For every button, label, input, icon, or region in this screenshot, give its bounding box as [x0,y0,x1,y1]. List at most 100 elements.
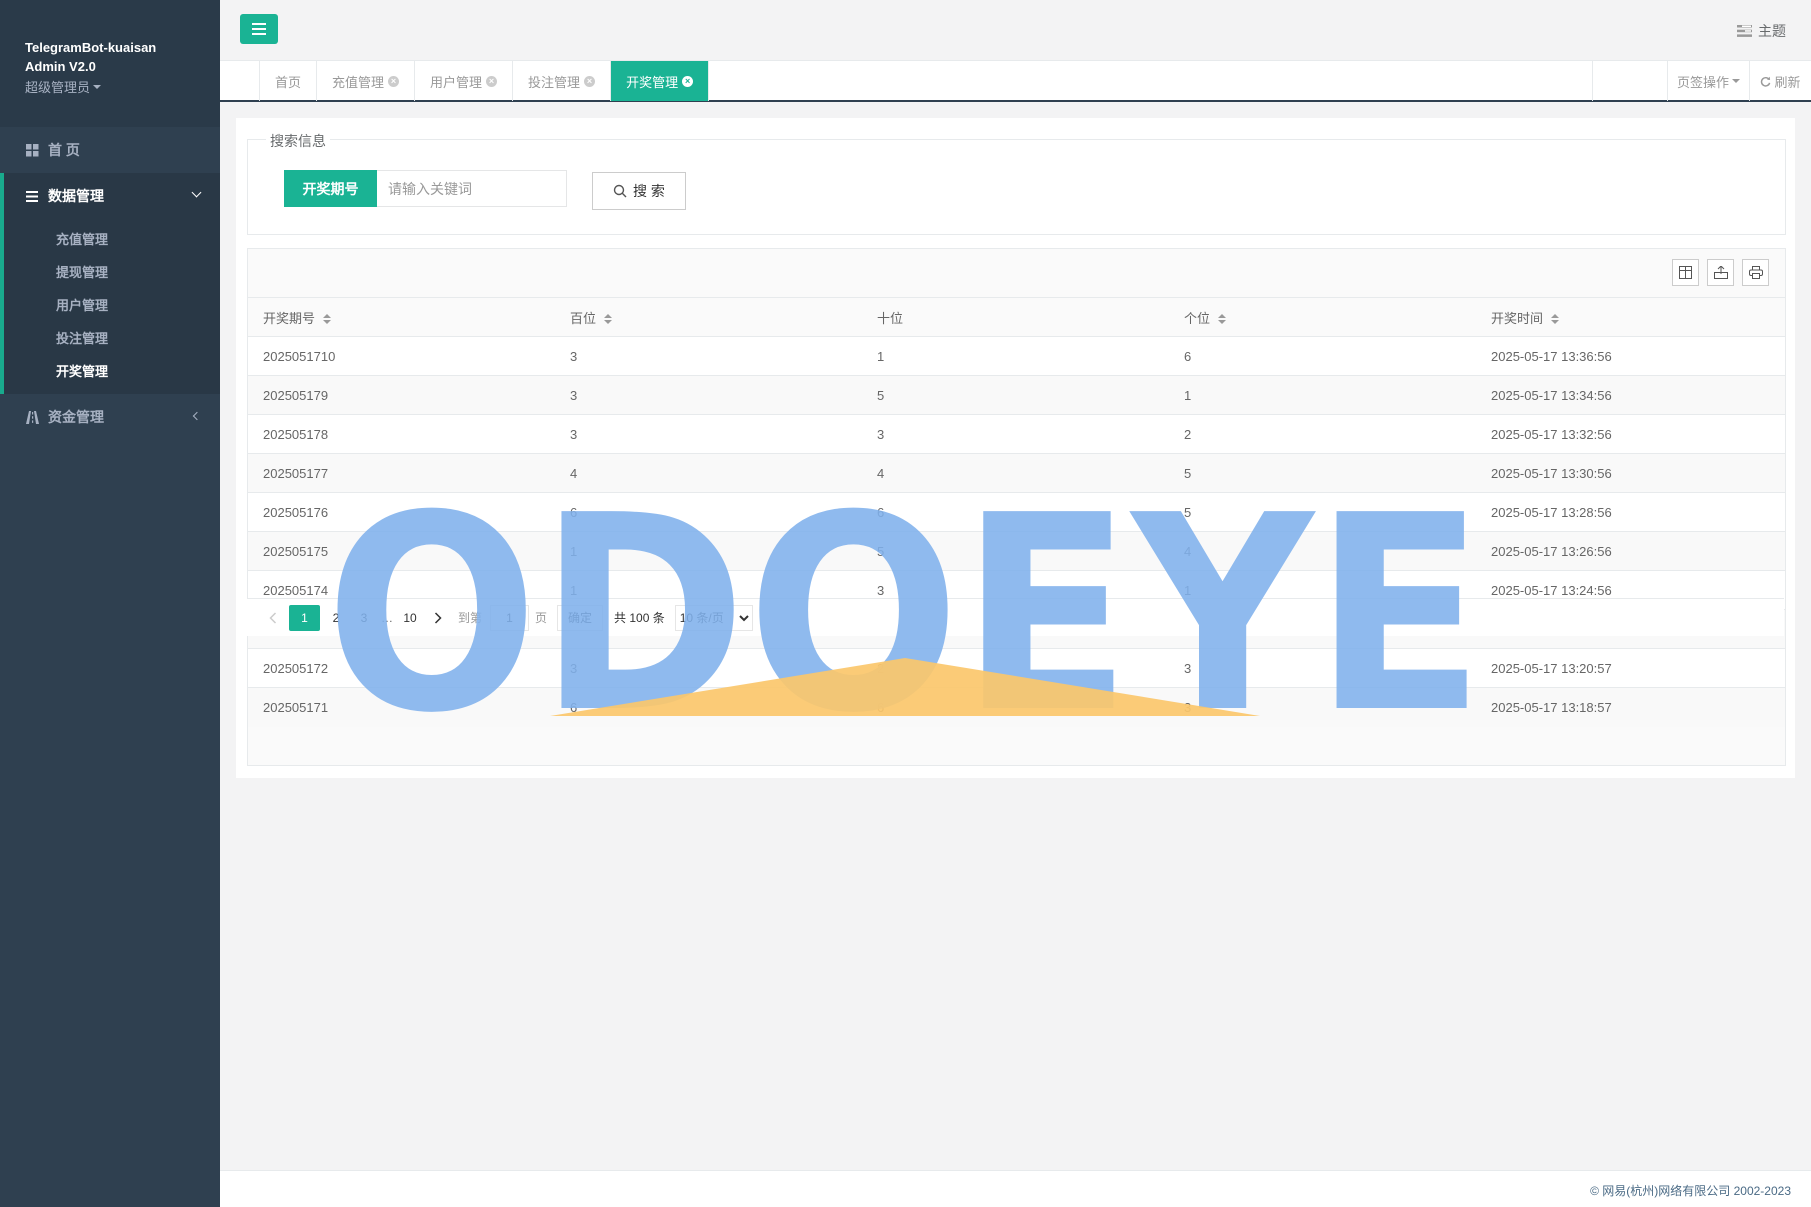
sidebar-item-home[interactable]: 首 页 [0,127,220,173]
pagination: 1 2 3 … 10 到第 页 确定 共 100 条 10 条/页 [247,598,1784,636]
columns-toggle-button[interactable] [1672,259,1699,286]
tab-operations-dropdown[interactable]: 页签操作 [1667,61,1749,101]
tab-label: 首页 [275,74,302,90]
tab-label: 充值管理 [332,74,385,90]
cell-time: 2025-05-17 13:30:56 [1476,453,1785,493]
tasks-icon [1737,25,1752,37]
column-header-units[interactable]: 个位 [1169,297,1476,337]
cell-units: 5 [1169,453,1476,493]
column-header-time[interactable]: 开奖时间 [1476,297,1785,337]
cell-hundreds: 1 [555,531,862,571]
sort-icon[interactable] [604,314,613,325]
sidebar-item-withdraw[interactable]: 提现管理 [4,256,220,289]
column-header-period[interactable]: 开奖期号 [248,297,555,337]
cell-time: 2025-05-17 13:36:56 [1476,336,1785,376]
cell-tens: 2 [862,648,1169,688]
tab-home[interactable]: 首页 [260,61,318,101]
list-icon [25,189,39,203]
tab-bets[interactable]: 投注管理 × [513,61,612,101]
tab-label: 用户管理 [430,74,483,90]
tab-users[interactable]: 用户管理 × [415,61,514,101]
table-row: 202505178 3 3 2 2025-05-17 13:32:56 [248,414,1785,454]
sidebar-item-bets[interactable]: 投注管理 [4,322,220,355]
goto-label: 到第 [458,611,483,625]
cell-units: 6 [1169,336,1476,376]
export-button[interactable] [1707,259,1734,286]
cell-hundreds: 3 [555,414,862,454]
sort-icon[interactable] [323,314,332,325]
close-icon[interactable]: × [584,75,596,87]
theme-label: 主题 [1758,23,1786,39]
print-button[interactable] [1742,259,1769,286]
cell-hundreds: 3 [555,648,862,688]
table-row: 202505179 3 5 1 2025-05-17 13:34:56 [248,375,1785,415]
goto-confirm-button[interactable]: 确定 [557,604,604,631]
table-row: 202505175 1 5 4 2025-05-17 13:26:56 [248,531,1785,571]
columns-icon [1679,266,1692,279]
tab-recharge[interactable]: 充值管理 × [317,61,416,101]
cell-tens: 6 [862,687,1169,727]
table-row: 2025051710 3 1 6 2025-05-17 13:36:56 [248,336,1785,376]
cell-tens: 3 [862,414,1169,454]
next-page-button[interactable] [424,605,452,631]
pagination-ellipsis: … [381,610,393,625]
cell-period: 202505175 [248,531,555,571]
table-header-row: 开奖期号 百位 十位 个位 开奖时间 [248,297,1785,337]
prev-page-button[interactable] [259,605,287,631]
page-size-select[interactable]: 10 条/页 [674,604,753,631]
copyright-text: © 网易(杭州)网络有限公司 2002-2023 [1590,1184,1791,1198]
sidebar-profile: TelegramBot-kuaisan Admin V2.0 超级管理员 [0,0,220,127]
tabs-scroll-left-button[interactable] [220,61,260,101]
export-icon [1713,266,1728,279]
sort-icon[interactable] [1551,314,1560,325]
road-icon [25,410,39,424]
cell-period: 202505178 [248,414,555,454]
column-header-hundreds[interactable]: 百位 [555,297,862,337]
close-icon[interactable]: × [388,75,400,87]
theme-button[interactable]: 主题 [1737,21,1786,41]
table-row: 202505172 3 2 3 2025-05-17 13:20:57 [248,648,1785,688]
cell-hundreds: 3 [555,336,862,376]
cell-units: 2 [1169,414,1476,454]
sidebar-item-users[interactable]: 用户管理 [4,289,220,322]
sidebar-item-data-management[interactable]: 数据管理 [4,173,220,219]
table-row: 202505177 4 4 5 2025-05-17 13:30:56 [248,453,1785,493]
app-name: TelegramBot-kuaisan Admin V2.0 [25,40,157,74]
user-role-dropdown[interactable]: 超级管理员 [25,77,220,96]
sort-icon[interactable] [1218,314,1227,325]
search-input[interactable] [377,170,567,207]
tabs-scroll-right-button[interactable] [1592,61,1632,101]
print-icon [1748,266,1763,279]
cell-period: 202505172 [248,648,555,688]
caret-down-icon [93,84,102,89]
sidebar-item-recharge[interactable]: 充值管理 [4,223,220,256]
caret-down-icon [1732,79,1740,83]
menu-toggle-button[interactable] [240,14,278,44]
tab-draws[interactable]: 开奖管理 × [611,61,710,101]
column-header-label: 开奖期号 [263,310,316,326]
cell-tens: 6 [862,492,1169,532]
close-icon[interactable]: × [486,75,498,87]
cell-time: 2025-05-17 13:26:56 [1476,531,1785,571]
page-button-1[interactable]: 1 [289,604,320,631]
cell-units: 5 [1169,492,1476,532]
refresh-button[interactable]: 刷新 [1749,61,1811,101]
cell-tens: 5 [862,531,1169,571]
sidebar-item-funds[interactable]: 资金管理 [0,394,220,440]
sidebar-item-draws[interactable]: 开奖管理 [4,355,220,388]
cell-hundreds: 3 [555,375,862,415]
search-legend: 搜索信息 [266,131,330,151]
search-button[interactable]: 搜 索 [592,172,686,210]
cell-time: 2025-05-17 13:32:56 [1476,414,1785,454]
sidebar: TelegramBot-kuaisan Admin V2.0 超级管理员 首 页… [0,0,220,1207]
page-button-3[interactable]: 3 [350,605,378,631]
refresh-label: 刷新 [1774,74,1801,90]
close-icon[interactable]: × [682,75,694,87]
page-button-2[interactable]: 2 [322,605,350,631]
chevron-left-icon [192,411,202,421]
chevron-right-icon [434,611,442,624]
column-header-tens: 十位 [862,297,1169,337]
goto-page-input[interactable] [490,604,530,631]
column-header-label: 百位 [570,310,597,326]
page-button-10[interactable]: 10 [396,605,424,631]
